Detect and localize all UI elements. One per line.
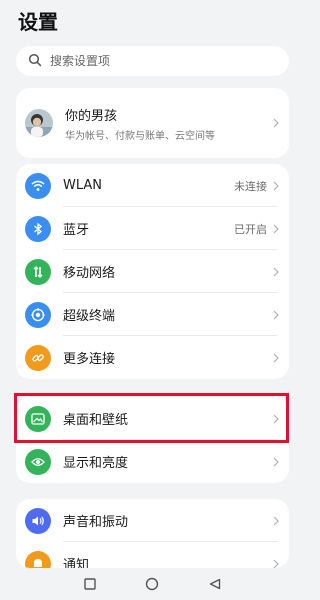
- search-bar[interactable]: [16, 46, 289, 76]
- highlight-box: [14, 393, 289, 443]
- home-icon[interactable]: [143, 575, 161, 593]
- mobile-network-icon: [25, 258, 51, 285]
- settings-item-label: 移动网络: [63, 266, 116, 281]
- settings-item-bluetooth[interactable]: 蓝牙 已开启: [16, 207, 289, 250]
- sound-card: 声音和振动 通知: [16, 499, 289, 568]
- page-title: 设置: [18, 10, 58, 34]
- chevron-right-icon: [273, 353, 279, 363]
- settings-item-label: 蓝牙: [63, 223, 90, 238]
- search-icon: [28, 52, 42, 71]
- super-device-icon: [25, 301, 51, 328]
- chevron-right-icon: [273, 181, 279, 191]
- profile-card[interactable]: 你的男孩 华为帐号、付款与账单、云空间等: [16, 88, 289, 158]
- connectivity-card: WLAN 未连接 蓝牙 已开启 移动网络 超级终端 更多连接: [16, 164, 289, 379]
- settings-item-sound[interactable]: 声音和振动: [16, 499, 289, 542]
- settings-item-super-device[interactable]: 超级终端: [16, 293, 289, 336]
- settings-item-label: 显示和亮度: [63, 456, 129, 471]
- chevron-right-icon: [273, 118, 279, 128]
- wifi-icon: [25, 172, 51, 199]
- avatar: [25, 109, 53, 137]
- eye-icon: [25, 448, 51, 475]
- chevron-right-icon: [273, 516, 279, 526]
- notification-icon: [25, 550, 51, 568]
- settings-item-label: 更多连接: [63, 352, 116, 367]
- settings-item-label: 通知: [63, 558, 90, 568]
- recents-icon[interactable]: [81, 575, 99, 593]
- search-input[interactable]: [48, 53, 272, 69]
- profile-name: 你的男孩: [65, 108, 118, 124]
- settings-item-display[interactable]: 显示和亮度: [16, 440, 289, 483]
- settings-item-more-connections[interactable]: 更多连接: [16, 336, 289, 379]
- link-icon: [25, 344, 51, 371]
- chevron-right-icon: [273, 224, 279, 234]
- back-icon[interactable]: [206, 575, 224, 593]
- sound-icon: [25, 507, 51, 534]
- system-navigation-bar: [0, 568, 305, 600]
- chevron-right-icon: [273, 559, 279, 569]
- wlan-status: 未连接: [234, 179, 267, 193]
- bluetooth-status: 已开启: [234, 222, 267, 236]
- settings-item-notification[interactable]: 通知: [16, 542, 289, 568]
- settings-item-label: WLAN: [63, 178, 103, 193]
- chevron-right-icon: [273, 457, 279, 467]
- chevron-right-icon: [273, 310, 279, 320]
- settings-item-wlan[interactable]: WLAN 未连接: [16, 164, 289, 207]
- profile-row[interactable]: 你的男孩 华为帐号、付款与账单、云空间等: [16, 88, 289, 158]
- chevron-right-icon: [273, 267, 279, 277]
- settings-item-label: 超级终端: [63, 309, 116, 324]
- settings-item-label: 声音和振动: [63, 515, 129, 530]
- settings-item-mobile-network[interactable]: 移动网络: [16, 250, 289, 293]
- profile-subtitle: 华为帐号、付款与账单、云空间等: [65, 130, 215, 142]
- bluetooth-icon: [25, 215, 51, 242]
